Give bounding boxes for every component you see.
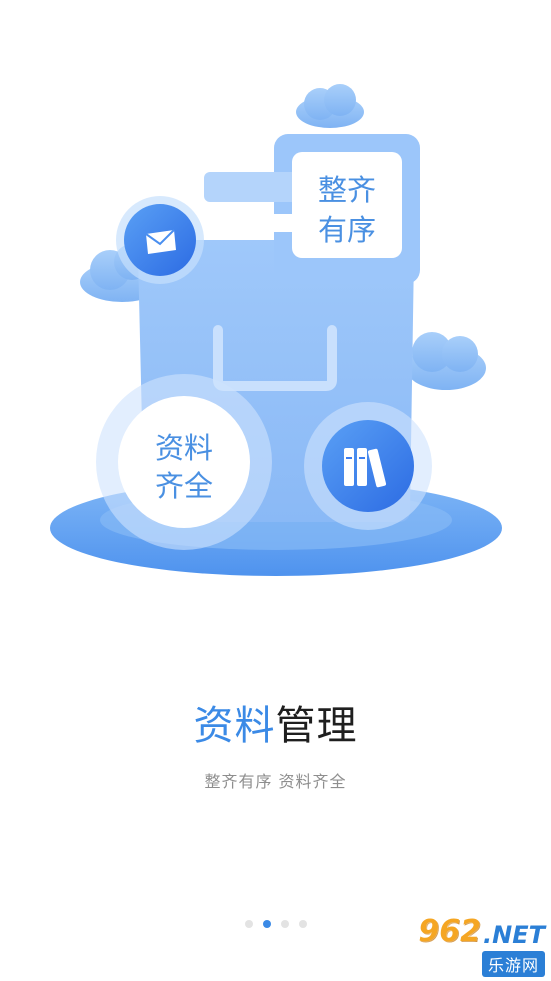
watermark-domain: .NET: [483, 921, 545, 949]
site-watermark: 962 .NET 乐游网: [405, 907, 545, 977]
watermark-logo: 962 .NET: [405, 907, 545, 949]
note-card-line2: 有序: [318, 213, 376, 247]
page-title: 资料管理: [0, 700, 551, 752]
mail-icon: [116, 196, 204, 284]
books-icon: [304, 402, 432, 530]
watermark-number: 962: [418, 914, 482, 949]
page-title-rest: 管理: [275, 703, 358, 749]
note-card-organized: 整齐 有序: [292, 152, 402, 258]
cloud-top-icon: [296, 84, 364, 128]
cloud-right-icon: [406, 332, 486, 390]
feature-illustration: 整齐 有序 资料 齐全: [50, 84, 502, 576]
page-indicator-dot[interactable]: [244, 920, 253, 928]
watermark-site-name: 乐游网: [481, 951, 545, 977]
page-title-highlight: 资料: [193, 703, 276, 749]
page-subtitle: 整齐有序 资料齐全: [204, 772, 347, 791]
page-indicator-dot[interactable]: [280, 920, 289, 928]
note-card-line1: 整齐: [318, 173, 376, 207]
feature-circle-line2: 齐全: [155, 469, 213, 503]
feature-circle-complete: 资料 齐全: [96, 374, 272, 550]
onboarding-page: 整齐 有序 资料 齐全 资料管理 整齐有序 资料齐全 962 .NET 乐游网: [0, 0, 551, 981]
page-indicator-dot[interactable]: [298, 920, 307, 928]
feature-circle-line1: 资料: [155, 431, 213, 465]
page-indicator-dot-active[interactable]: [262, 920, 271, 928]
